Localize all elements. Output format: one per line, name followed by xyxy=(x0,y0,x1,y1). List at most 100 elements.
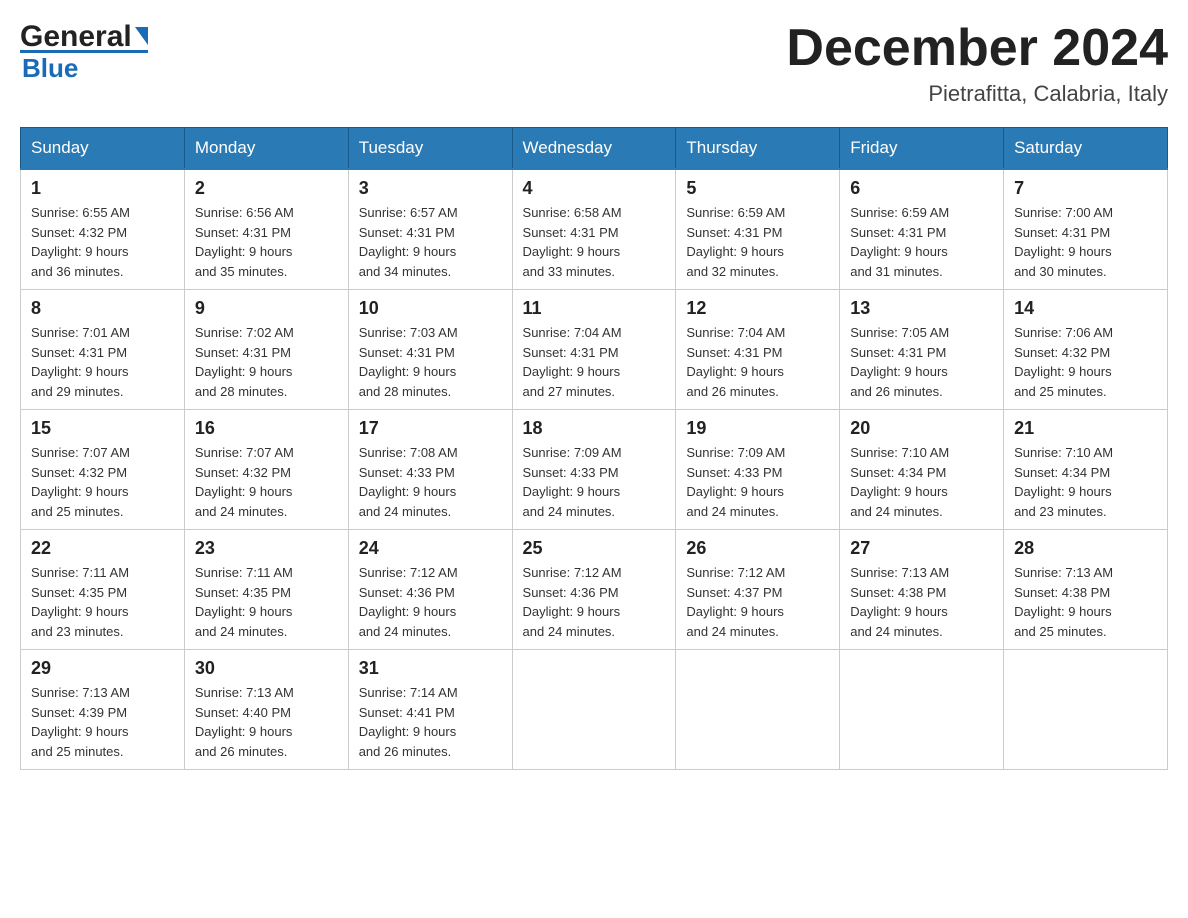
day-info: Sunrise: 7:13 AMSunset: 4:39 PMDaylight:… xyxy=(31,683,174,761)
day-number: 20 xyxy=(850,418,993,439)
calendar-cell xyxy=(1004,650,1168,770)
calendar-header-row: SundayMondayTuesdayWednesdayThursdayFrid… xyxy=(21,128,1168,170)
day-number: 31 xyxy=(359,658,502,679)
calendar-cell: 11 Sunrise: 7:04 AMSunset: 4:31 PMDayligh… xyxy=(512,290,676,410)
calendar-cell xyxy=(840,650,1004,770)
calendar-cell: 31Sunrise: 7:14 AMSunset: 4:41 PMDayligh… xyxy=(348,650,512,770)
calendar-week-4: 22 Sunrise: 7:11 AMSunset: 4:35 PMDayligh… xyxy=(21,530,1168,650)
day-number: 6 xyxy=(850,178,993,199)
calendar-cell: 2 Sunrise: 6:56 AMSunset: 4:31 PMDaylight… xyxy=(184,169,348,290)
calendar-cell: 17 Sunrise: 7:08 AMSunset: 4:33 PMDayligh… xyxy=(348,410,512,530)
day-info: Sunrise: 7:00 AMSunset: 4:31 PMDaylight:… xyxy=(1014,203,1157,281)
day-info: Sunrise: 6:56 AMSunset: 4:31 PMDaylight:… xyxy=(195,203,338,281)
day-number: 10 xyxy=(359,298,502,319)
calendar-cell: 12 Sunrise: 7:04 AMSunset: 4:31 PMDayligh… xyxy=(676,290,840,410)
day-number: 19 xyxy=(686,418,829,439)
day-number: 4 xyxy=(523,178,666,199)
calendar-cell: 23 Sunrise: 7:11 AMSunset: 4:35 PMDayligh… xyxy=(184,530,348,650)
page-header: General Blue December 2024 Pietrafitta, … xyxy=(20,20,1168,107)
calendar-header-sunday: Sunday xyxy=(21,128,185,170)
day-number: 25 xyxy=(523,538,666,559)
day-number: 13 xyxy=(850,298,993,319)
calendar-cell: 8 Sunrise: 7:01 AMSunset: 4:31 PMDaylight… xyxy=(21,290,185,410)
calendar-cell xyxy=(512,650,676,770)
calendar-cell: 16 Sunrise: 7:07 AMSunset: 4:32 PMDayligh… xyxy=(184,410,348,530)
day-number: 24 xyxy=(359,538,502,559)
day-number: 22 xyxy=(31,538,174,559)
calendar-cell: 6Sunrise: 6:59 AMSunset: 4:31 PMDaylight… xyxy=(840,169,1004,290)
day-number: 12 xyxy=(686,298,829,319)
calendar-header-friday: Friday xyxy=(840,128,1004,170)
day-number: 27 xyxy=(850,538,993,559)
day-info: Sunrise: 7:09 AMSunset: 4:33 PMDaylight:… xyxy=(523,443,666,521)
day-info: Sunrise: 7:12 AMSunset: 4:37 PMDaylight:… xyxy=(686,563,829,641)
day-number: 5 xyxy=(686,178,829,199)
calendar-cell: 7 Sunrise: 7:00 AMSunset: 4:31 PMDaylight… xyxy=(1004,169,1168,290)
logo: General Blue xyxy=(20,20,148,84)
calendar-cell: 4 Sunrise: 6:58 AMSunset: 4:31 PMDaylight… xyxy=(512,169,676,290)
calendar-cell: 19 Sunrise: 7:09 AMSunset: 4:33 PMDayligh… xyxy=(676,410,840,530)
calendar-cell: 18 Sunrise: 7:09 AMSunset: 4:33 PMDayligh… xyxy=(512,410,676,530)
calendar-header-saturday: Saturday xyxy=(1004,128,1168,170)
calendar-cell: 29 Sunrise: 7:13 AMSunset: 4:39 PMDayligh… xyxy=(21,650,185,770)
day-info: Sunrise: 7:10 AMSunset: 4:34 PMDaylight:… xyxy=(1014,443,1157,521)
day-info: Sunrise: 7:13 AMSunset: 4:38 PMDaylight:… xyxy=(1014,563,1157,641)
day-info: Sunrise: 7:11 AMSunset: 4:35 PMDaylight:… xyxy=(31,563,174,641)
day-number: 29 xyxy=(31,658,174,679)
calendar-cell: 22 Sunrise: 7:11 AMSunset: 4:35 PMDayligh… xyxy=(21,530,185,650)
location-subtitle: Pietrafitta, Calabria, Italy xyxy=(786,81,1168,107)
day-info: Sunrise: 7:01 AMSunset: 4:31 PMDaylight:… xyxy=(31,323,174,401)
day-number: 16 xyxy=(195,418,338,439)
day-info: Sunrise: 7:12 AMSunset: 4:36 PMDaylight:… xyxy=(359,563,502,641)
day-number: 8 xyxy=(31,298,174,319)
calendar-cell: 20Sunrise: 7:10 AMSunset: 4:34 PMDayligh… xyxy=(840,410,1004,530)
day-info: Sunrise: 7:07 AMSunset: 4:32 PMDaylight:… xyxy=(31,443,174,521)
day-number: 7 xyxy=(1014,178,1157,199)
day-number: 18 xyxy=(523,418,666,439)
title-section: December 2024 Pietrafitta, Calabria, Ita… xyxy=(786,20,1168,107)
calendar-week-1: 1Sunrise: 6:55 AMSunset: 4:32 PMDaylight… xyxy=(21,169,1168,290)
day-info: Sunrise: 7:13 AMSunset: 4:38 PMDaylight:… xyxy=(850,563,993,641)
day-number: 21 xyxy=(1014,418,1157,439)
day-number: 15 xyxy=(31,418,174,439)
calendar-cell: 15 Sunrise: 7:07 AMSunset: 4:32 PMDayligh… xyxy=(21,410,185,530)
calendar-cell: 21 Sunrise: 7:10 AMSunset: 4:34 PMDayligh… xyxy=(1004,410,1168,530)
day-info: Sunrise: 6:58 AMSunset: 4:31 PMDaylight:… xyxy=(523,203,666,281)
day-number: 11 xyxy=(523,298,666,319)
day-info: Sunrise: 7:13 AMSunset: 4:40 PMDaylight:… xyxy=(195,683,338,761)
day-number: 14 xyxy=(1014,298,1157,319)
calendar-week-2: 8 Sunrise: 7:01 AMSunset: 4:31 PMDaylight… xyxy=(21,290,1168,410)
day-number: 23 xyxy=(195,538,338,559)
day-number: 1 xyxy=(31,178,174,199)
calendar-header-thursday: Thursday xyxy=(676,128,840,170)
day-number: 3 xyxy=(359,178,502,199)
day-number: 28 xyxy=(1014,538,1157,559)
calendar-week-3: 15 Sunrise: 7:07 AMSunset: 4:32 PMDayligh… xyxy=(21,410,1168,530)
day-info: Sunrise: 6:57 AMSunset: 4:31 PMDaylight:… xyxy=(359,203,502,281)
month-title: December 2024 xyxy=(786,20,1168,77)
calendar-cell: 10 Sunrise: 7:03 AMSunset: 4:31 PMDayligh… xyxy=(348,290,512,410)
calendar-week-5: 29 Sunrise: 7:13 AMSunset: 4:39 PMDayligh… xyxy=(21,650,1168,770)
day-info: Sunrise: 7:03 AMSunset: 4:31 PMDaylight:… xyxy=(359,323,502,401)
day-number: 2 xyxy=(195,178,338,199)
day-info: Sunrise: 7:07 AMSunset: 4:32 PMDaylight:… xyxy=(195,443,338,521)
day-info: Sunrise: 7:04 AMSunset: 4:31 PMDaylight:… xyxy=(523,323,666,401)
day-number: 17 xyxy=(359,418,502,439)
day-number: 9 xyxy=(195,298,338,319)
calendar-cell: 28 Sunrise: 7:13 AMSunset: 4:38 PMDayligh… xyxy=(1004,530,1168,650)
calendar-cell: 1Sunrise: 6:55 AMSunset: 4:32 PMDaylight… xyxy=(21,169,185,290)
calendar-cell: 30 Sunrise: 7:13 AMSunset: 4:40 PMDayligh… xyxy=(184,650,348,770)
day-info: Sunrise: 7:09 AMSunset: 4:33 PMDaylight:… xyxy=(686,443,829,521)
day-info: Sunrise: 7:04 AMSunset: 4:31 PMDaylight:… xyxy=(686,323,829,401)
calendar-cell: 25Sunrise: 7:12 AMSunset: 4:36 PMDayligh… xyxy=(512,530,676,650)
logo-blue-text: Blue xyxy=(20,53,78,84)
calendar-table: SundayMondayTuesdayWednesdayThursdayFrid… xyxy=(20,127,1168,770)
day-info: Sunrise: 7:08 AMSunset: 4:33 PMDaylight:… xyxy=(359,443,502,521)
calendar-cell: 26Sunrise: 7:12 AMSunset: 4:37 PMDayligh… xyxy=(676,530,840,650)
logo-triangle-icon xyxy=(135,27,148,45)
day-number: 30 xyxy=(195,658,338,679)
calendar-header-monday: Monday xyxy=(184,128,348,170)
day-info: Sunrise: 6:59 AMSunset: 4:31 PMDaylight:… xyxy=(686,203,829,281)
logo-general-text: General xyxy=(20,20,132,54)
day-info: Sunrise: 7:11 AMSunset: 4:35 PMDaylight:… xyxy=(195,563,338,641)
